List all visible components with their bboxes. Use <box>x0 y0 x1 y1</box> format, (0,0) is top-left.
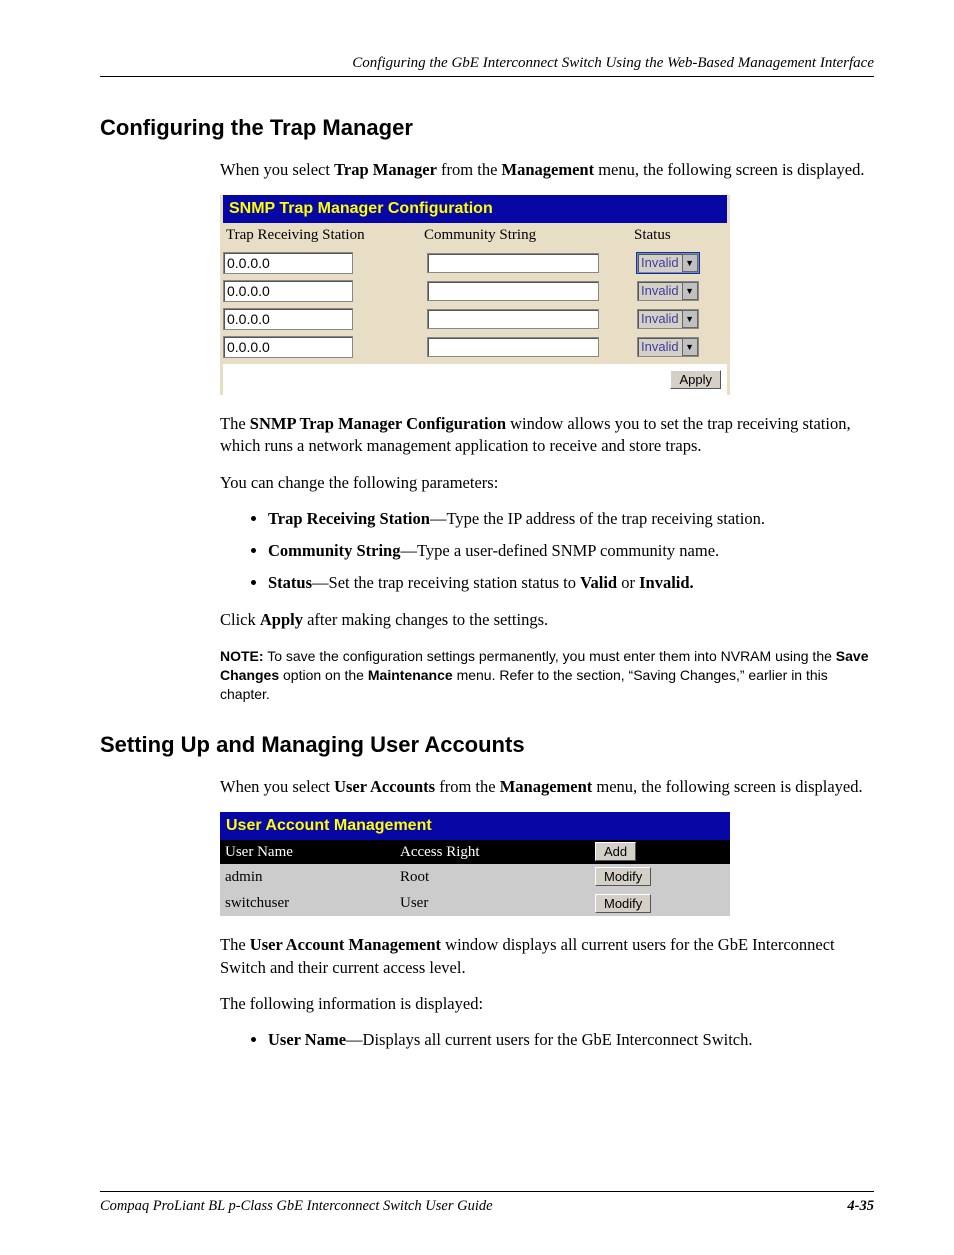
user-account-panel: User Account Management User Name Access… <box>220 812 730 916</box>
apply-button[interactable]: Apply <box>670 370 721 389</box>
info-intro: The following information is displayed: <box>220 993 874 1015</box>
ua-username: switchuser <box>223 893 400 913</box>
text-bold: Trap Manager <box>334 160 437 179</box>
ua-desc: The User Account Management window displ… <box>220 934 874 979</box>
text: or <box>617 573 639 592</box>
snmp-panel-title: SNMP Trap Manager Configuration <box>223 195 727 223</box>
params-intro: You can change the following parameters: <box>220 472 874 494</box>
text-bold: User Account Management <box>250 935 441 954</box>
text-bold: Status <box>268 573 312 592</box>
chevron-down-icon: ▼ <box>682 282 698 300</box>
text-bold: Invalid. <box>639 573 694 592</box>
text-bold: User Accounts <box>334 777 435 796</box>
col-status: Status <box>634 225 724 245</box>
snmp-row: 0.0.0.0 Invalid ▼ <box>220 305 730 333</box>
text: menu, the following screen is displayed. <box>594 160 864 179</box>
chevron-down-icon: ▼ <box>682 310 698 328</box>
ua-panel-title: User Account Management <box>220 812 730 840</box>
col-trap-station: Trap Receiving Station <box>223 225 424 245</box>
list-item: User Name—Displays all current users for… <box>268 1029 874 1051</box>
trap-station-input[interactable]: 0.0.0.0 <box>223 280 353 302</box>
snmp-trap-panel: SNMP Trap Manager Configuration Trap Rec… <box>220 195 730 395</box>
community-input[interactable] <box>427 337 599 357</box>
text-bold: Community String <box>268 541 400 560</box>
ua-access: Root <box>400 867 595 887</box>
text: To save the configuration settings perma… <box>264 648 836 664</box>
note-block: NOTE: To save the configuration settings… <box>220 647 874 704</box>
text-bold: Valid <box>580 573 617 592</box>
snmp-apply-row: Apply <box>223 364 727 395</box>
click-apply: Click Apply after making changes to the … <box>220 609 874 631</box>
status-select[interactable]: Invalid ▼ <box>637 337 699 357</box>
status-select[interactable]: Invalid ▼ <box>637 253 699 273</box>
text: option on the <box>279 667 368 683</box>
note-label: NOTE: <box>220 648 264 664</box>
intro-users: When you select User Accounts from the M… <box>220 776 874 798</box>
community-input[interactable] <box>427 281 599 301</box>
status-select[interactable]: Invalid ▼ <box>637 281 699 301</box>
ua-header-row: User Name Access Right Add <box>220 840 730 864</box>
intro-trap: When you select Trap Manager from the Ma… <box>220 159 874 181</box>
text: —Type a user-defined SNMP community name… <box>400 541 719 560</box>
text-bold: Management <box>502 160 595 179</box>
text-bold: Maintenance <box>368 667 453 683</box>
trap-station-input[interactable]: 0.0.0.0 <box>223 308 353 330</box>
text: The <box>220 414 250 433</box>
snmp-row: 0.0.0.0 Invalid ▼ <box>220 333 730 361</box>
add-button[interactable]: Add <box>595 842 636 861</box>
status-value: Invalid <box>638 282 682 300</box>
list-item: Community String—Type a user-defined SNM… <box>268 540 874 562</box>
text: from the <box>435 777 500 796</box>
text: from the <box>437 160 502 179</box>
snmp-desc: The SNMP Trap Manager Configuration wind… <box>220 413 874 458</box>
info-list: User Name—Displays all current users for… <box>220 1029 874 1051</box>
chevron-down-icon: ▼ <box>682 338 698 356</box>
snmp-row: 0.0.0.0 Invalid ▼ <box>220 277 730 305</box>
text: after making changes to the settings. <box>303 610 548 629</box>
heading-trap-manager: Configuring the Trap Manager <box>100 115 874 141</box>
col-access-right: Access Right <box>400 842 595 862</box>
chevron-down-icon: ▼ <box>682 254 698 272</box>
footer-title: Compaq ProLiant BL p-Class GbE Interconn… <box>100 1198 493 1215</box>
text-bold: SNMP Trap Manager Configuration <box>250 414 506 433</box>
snmp-row: 0.0.0.0 Invalid ▼ <box>220 249 730 277</box>
page-number: 4-35 <box>847 1198 874 1215</box>
status-value: Invalid <box>638 310 682 328</box>
text: When you select <box>220 777 334 796</box>
status-value: Invalid <box>638 254 682 272</box>
running-header: Configuring the GbE Interconnect Switch … <box>100 55 874 77</box>
community-input[interactable] <box>427 253 599 273</box>
trap-station-input[interactable]: 0.0.0.0 <box>223 336 353 358</box>
text-bold: Management <box>500 777 593 796</box>
text-bold: Apply <box>260 610 303 629</box>
text: menu, the following screen is displayed. <box>592 777 862 796</box>
text: When you select <box>220 160 334 179</box>
trap-station-input[interactable]: 0.0.0.0 <box>223 252 353 274</box>
text: —Set the trap receiving station status t… <box>312 573 580 592</box>
community-input[interactable] <box>427 309 599 329</box>
list-item: Trap Receiving Station—Type the IP addre… <box>268 508 874 530</box>
heading-user-accounts: Setting Up and Managing User Accounts <box>100 732 874 758</box>
ua-access: User <box>400 893 595 913</box>
ua-row: switchuser User Modify <box>220 890 730 916</box>
text: The <box>220 935 250 954</box>
list-item: Status—Set the trap receiving station st… <box>268 572 874 594</box>
modify-button[interactable]: Modify <box>595 894 651 913</box>
page-footer: Compaq ProLiant BL p-Class GbE Interconn… <box>100 1191 874 1215</box>
text-bold: User Name <box>268 1030 346 1049</box>
text-bold: Trap Receiving Station <box>268 509 430 528</box>
text: —Displays all current users for the GbE … <box>346 1030 752 1049</box>
status-select[interactable]: Invalid ▼ <box>637 309 699 329</box>
text: Click <box>220 610 260 629</box>
snmp-column-headers: Trap Receiving Station Community String … <box>220 223 730 249</box>
status-value: Invalid <box>638 338 682 356</box>
ua-row: admin Root Modify <box>220 864 730 890</box>
col-community: Community String <box>424 225 634 245</box>
text: —Type the IP address of the trap receivi… <box>430 509 765 528</box>
col-username: User Name <box>223 842 400 862</box>
param-list: Trap Receiving Station—Type the IP addre… <box>220 508 874 595</box>
modify-button[interactable]: Modify <box>595 867 651 886</box>
ua-username: admin <box>223 867 400 887</box>
